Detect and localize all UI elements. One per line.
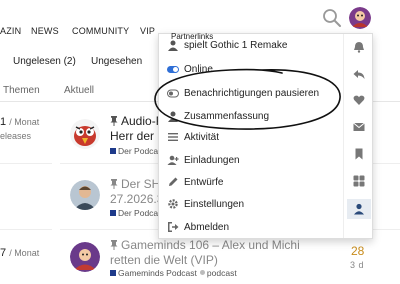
- gear-icon: [168, 199, 178, 209]
- envelope-icon[interactable]: [353, 121, 365, 133]
- topic-category[interactable]: Der Podcast: [110, 208, 165, 218]
- topic-author-avatar[interactable]: [70, 119, 100, 149]
- user-icon[interactable]: [353, 203, 365, 215]
- menu-item-online[interactable]: Online: [167, 61, 339, 81]
- sign-out-icon: [168, 222, 179, 232]
- bookmark-icon[interactable]: [353, 148, 365, 160]
- topic-author-avatar[interactable]: [70, 242, 100, 272]
- summary-icon: [168, 111, 178, 122]
- quick-access-rail: [343, 34, 373, 238]
- nav-item-magazin[interactable]: AZIN: [0, 26, 21, 36]
- reply-icon[interactable]: [353, 68, 365, 80]
- nav-item-news[interactable]: NEWS: [31, 26, 59, 36]
- category-description: eleases: [0, 131, 32, 141]
- menu-item-drafts[interactable]: Entwürfe: [167, 174, 339, 194]
- category-post-rate: 7 / Monat: [0, 247, 40, 259]
- column-header-themes[interactable]: Themen: [3, 85, 40, 96]
- topic-title-line2[interactable]: 27.2026.3: [110, 192, 163, 206]
- heart-icon[interactable]: [353, 94, 365, 106]
- last-activity[interactable]: 3 d: [350, 260, 364, 270]
- tag-dot: [199, 270, 205, 275]
- pin-icon: [110, 116, 118, 126]
- list-icon: [168, 133, 178, 141]
- category-swatch: [110, 270, 116, 276]
- topic-title-line2[interactable]: retten die Welt (VIP): [110, 253, 218, 267]
- pencil-icon: [169, 177, 178, 186]
- row-divider: [0, 163, 52, 164]
- topic-title[interactable]: Audio-R: [110, 114, 164, 128]
- column-header-latest[interactable]: Aktuell: [64, 85, 94, 96]
- chat-icon[interactable]: [353, 175, 365, 187]
- online-toggle-icon: [167, 66, 179, 73]
- menu-item-logout[interactable]: Abmelden: [167, 219, 339, 239]
- nav-item-vip[interactable]: VIP: [140, 26, 155, 36]
- topic-tag[interactable]: podcast: [207, 268, 237, 278]
- search-icon[interactable]: [322, 8, 342, 28]
- filter-unread[interactable]: Ungelesen (2): [13, 56, 76, 67]
- menu-item-invites[interactable]: Einladungen: [167, 152, 339, 172]
- row-divider: [0, 229, 52, 230]
- user-menu-panel: Partnerlinks spielt Gothic 1 Remake Onli…: [158, 32, 373, 239]
- toggle-off-icon: [167, 89, 179, 98]
- nav-item-community[interactable]: COMMUNITY: [72, 26, 129, 36]
- filter-unseen[interactable]: Ungesehen: [91, 56, 142, 67]
- menu-item-status[interactable]: spielt Gothic 1 Remake: [167, 37, 339, 57]
- menu-item-activity[interactable]: Aktivität: [167, 129, 339, 149]
- pin-icon: [110, 179, 118, 189]
- bell-icon[interactable]: [353, 41, 365, 53]
- category-swatch: [110, 148, 116, 154]
- pin-icon: [110, 240, 118, 250]
- reply-count[interactable]: 28: [351, 244, 364, 258]
- topic-author-avatar[interactable]: [70, 180, 100, 210]
- topic-category-and-tag[interactable]: Gameminds Podcast podcast: [110, 268, 237, 278]
- category-post-rate: 1 / Monat: [0, 116, 40, 128]
- topic-category[interactable]: Der Podcast: [110, 146, 165, 156]
- menu-item-settings[interactable]: Einstellungen: [167, 196, 339, 216]
- user-avatar[interactable]: [349, 7, 371, 29]
- user-plus-icon: [167, 155, 179, 165]
- menu-item-pause-notifications[interactable]: Benachrichtigungen pausieren: [167, 85, 339, 105]
- category-swatch: [110, 210, 116, 216]
- user-status-icon: [168, 40, 178, 51]
- menu-item-summary[interactable]: Zusammenfassung: [167, 108, 339, 128]
- topic-title[interactable]: Gameminds 106 – Alex und Michi: [110, 238, 300, 252]
